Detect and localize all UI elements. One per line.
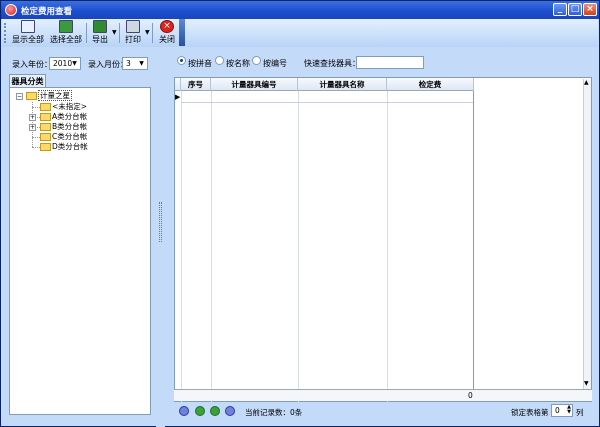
year-select[interactable]: 2010 ▼ [49, 57, 81, 70]
tree-line [32, 137, 40, 138]
grid-footer: 0 [174, 389, 592, 401]
stepper-arrows-icon[interactable]: ▲ ▼ [567, 405, 571, 415]
tree-node[interactable]: <未指定> [40, 102, 87, 112]
minimize-button[interactable]: _ [553, 3, 567, 16]
splitter-grip[interactable] [159, 202, 162, 242]
year-label: 录入年份： [12, 60, 52, 69]
current-row-icon: ▶ [175, 93, 181, 101]
printer-icon [126, 20, 140, 33]
tree-line [32, 107, 40, 108]
column-header[interactable]: 序号 [181, 78, 211, 91]
grid-column-line [387, 91, 388, 402]
quick-search-label: 快速查找器具： [304, 59, 360, 68]
tree-root[interactable]: 计量之星 [26, 90, 72, 101]
main-window: 检定费用查看 _ □ × 显示全部 选择全部 导出 ▼ 打印 ▼ × 关闭 录入… [0, 0, 600, 427]
print-dropdown-icon[interactable]: ▼ [145, 29, 150, 36]
radio-name[interactable] [215, 56, 224, 65]
show-all-button[interactable]: 显示全部 [10, 20, 46, 46]
scroll-down-icon[interactable]: ▼ [584, 380, 589, 387]
tree-node[interactable]: A类分台帐 [40, 112, 87, 122]
freeze-columns-label: 锁定表格第 [511, 408, 549, 417]
first-record-icon[interactable] [179, 406, 189, 416]
fee-total: 0 [468, 391, 473, 400]
toolbar-separator [152, 23, 153, 43]
grid-icon [59, 20, 73, 33]
close-icon: × [160, 20, 174, 33]
last-record-icon[interactable] [225, 406, 235, 416]
tree-node[interactable]: B类分台帐 [40, 122, 87, 132]
vertical-scrollbar[interactable]: ▲ ▼ [583, 79, 591, 401]
toolbar: 显示全部 选择全部 导出 ▼ 打印 ▼ × 关闭 [2, 19, 598, 47]
quick-search-input[interactable] [356, 56, 424, 69]
prev-record-icon[interactable] [195, 406, 205, 416]
grid-column-line [211, 91, 212, 402]
scroll-up-icon[interactable]: ▲ [584, 79, 589, 86]
month-select[interactable]: 3 ▼ [122, 57, 148, 70]
table-row[interactable] [181, 102, 473, 103]
freeze-columns-stepper[interactable]: 0 ▲ ▼ [551, 404, 573, 417]
export-button[interactable]: 导出 [89, 20, 111, 46]
tab-equipment-category[interactable]: 器具分类 [9, 74, 46, 88]
toolbar-grip[interactable] [4, 23, 7, 43]
title-bar: 检定费用查看 _ □ × [1, 1, 599, 19]
radio-pinyin[interactable] [177, 56, 186, 65]
maximize-button[interactable]: □ [568, 3, 582, 16]
toolbar-separator [86, 23, 87, 43]
data-grid: 序号 计量器具编号 计量器具名称 检定费 ▶ [174, 77, 474, 402]
export-dropdown-icon[interactable]: ▼ [112, 29, 117, 36]
column-header[interactable]: 计量器具名称 [298, 78, 387, 91]
expand-icon[interactable]: + [29, 114, 36, 121]
select-all-button[interactable]: 选择全部 [48, 20, 84, 46]
column-header[interactable]: 检定费 [387, 78, 474, 91]
grid-empty-area [474, 77, 592, 402]
collapse-icon[interactable]: − [16, 93, 23, 100]
next-record-icon[interactable] [210, 406, 220, 416]
window-title: 检定费用查看 [21, 7, 73, 17]
folder-icon [40, 103, 51, 111]
tree-node[interactable]: C类分台帐 [40, 132, 87, 142]
column-header[interactable]: 计量器具编号 [211, 78, 298, 91]
radio-code[interactable] [252, 56, 261, 65]
app-icon [5, 4, 17, 16]
radio-pinyin-label: 按拼音 [188, 59, 212, 68]
expand-icon[interactable]: + [29, 124, 36, 131]
folder-icon [40, 113, 51, 121]
chevron-down-icon: ▼ [72, 60, 77, 67]
record-count: 当前记录数：0条 [245, 408, 303, 417]
grid-header: 序号 计量器具编号 计量器具名称 检定费 [175, 78, 474, 91]
folder-icon [40, 143, 51, 151]
folder-icon [40, 123, 51, 131]
freeze-columns-unit: 列 [576, 408, 584, 417]
folder-icon [40, 133, 51, 141]
tree-node[interactable]: D类分台帐 [40, 142, 88, 152]
excel-icon [93, 20, 107, 33]
print-button[interactable]: 打印 [122, 20, 144, 46]
radio-code-label: 按编号 [263, 59, 287, 68]
tree-line [32, 147, 40, 148]
chevron-down-icon: ▼ [139, 60, 144, 67]
window-close-button[interactable]: × [583, 3, 597, 16]
panel-splitter[interactable] [156, 47, 165, 427]
close-button[interactable]: × 关闭 [156, 20, 178, 46]
refresh-icon [21, 20, 35, 33]
grid-column-line [298, 91, 299, 402]
radio-name-label: 按名称 [226, 59, 250, 68]
toolbar-overflow[interactable] [179, 19, 185, 46]
folder-icon [26, 92, 37, 100]
category-tree: − 计量之星 <未指定> + A类分台帐 + B类分台帐 C类分台帐 D类分台帐 [9, 87, 151, 415]
grid-column-line [181, 91, 182, 402]
toolbar-separator [119, 23, 120, 43]
